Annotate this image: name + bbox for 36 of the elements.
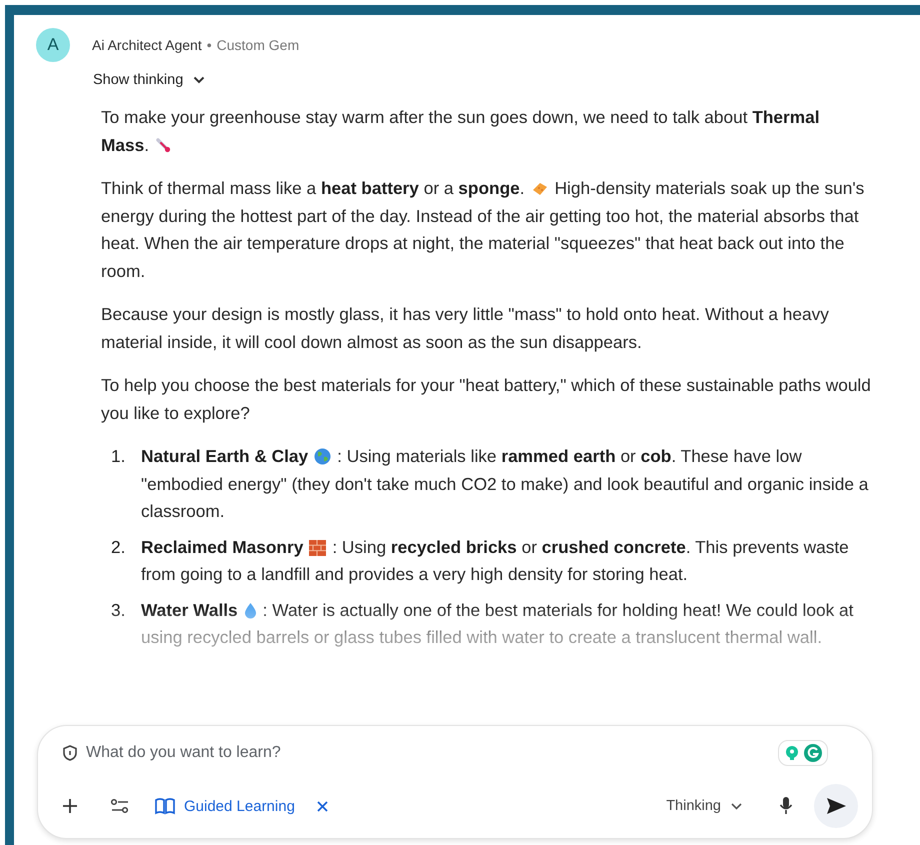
paragraph: To help you choose the best materials for your "heat battery," which of these sustainable paths would you like to explore?: [101, 374, 872, 425]
water-drop-icon: [244, 602, 257, 618]
book-icon: [154, 797, 176, 815]
list-number: 2.: [111, 536, 126, 558]
show-thinking-toggle[interactable]: Show thinking: [93, 72, 206, 88]
shield-icon: [62, 744, 78, 762]
chevron-icon: [193, 76, 206, 84]
paragraph: Because your design is mostly glass, it has very little "mass" to hold onto heat. Without a heavy material inside, it will cool down almost as soon as the sun disappears.: [101, 303, 830, 354]
guided-learning-chip[interactable]: Guided Learning: [148, 797, 301, 815]
globe-icon: [314, 448, 332, 465]
mode-selector[interactable]: Thinking: [660, 797, 748, 815]
list-number: 3.: [111, 598, 126, 622]
brick-wall-icon: [309, 540, 326, 556]
lightbulb-icon: [783, 744, 801, 762]
thermometer-icon: [155, 138, 172, 154]
close-icon: [317, 800, 328, 812]
list-item-text: Water Walls : Water is actually one of the best materials for holding heat! We could look at using recycled barrels or glass tubes filled with water to create a translucent thermal wall.: [141, 598, 854, 649]
list-item-text: Reclaimed Masonry : Using recycled bricks or crushed concrete. This prevents waste from going to a landfill and provides a very high density for storing heat.: [141, 536, 850, 586]
sliders-icon: [110, 798, 130, 814]
agent-name: Ai Architect Agent: [92, 37, 202, 53]
list-item-text: Natural Earth & Clay : Using materials like rammed earth or cob. These have low "embodied energy" (they don't take much CO2 to make) and look beautiful and organic inside a classroom.: [141, 445, 870, 523]
send-button[interactable]: [814, 784, 858, 828]
plus-icon: [61, 797, 79, 815]
chevron-icon: [731, 802, 742, 810]
extension-badges[interactable]: [778, 740, 828, 766]
g-logo-icon: [803, 743, 823, 763]
paragraph: Think of thermal mass like a heat battery or a sponge. High-density materials soak up the sun's energy during the hottest part of the day. Instead of the air getting too hot, the material absorbs that heat. When the air temperature drops at night, the material "squeezes" that heat back out into the room.: [101, 177, 866, 282]
avatar: A: [36, 28, 70, 62]
sponge-icon: [530, 181, 549, 197]
prompt-input[interactable]: What do you want to learn?: [84, 743, 772, 763]
agent-subtitle: Custom Gem: [216, 37, 300, 53]
paragraph: To make your greenhouse stay warm after the sun goes down, we need to talk about Thermal Mass.: [101, 106, 821, 156]
list-number: 1.: [111, 445, 126, 468]
send-icon: [825, 796, 847, 816]
separator-dot: •: [206, 37, 212, 53]
microphone-icon: [779, 796, 793, 816]
